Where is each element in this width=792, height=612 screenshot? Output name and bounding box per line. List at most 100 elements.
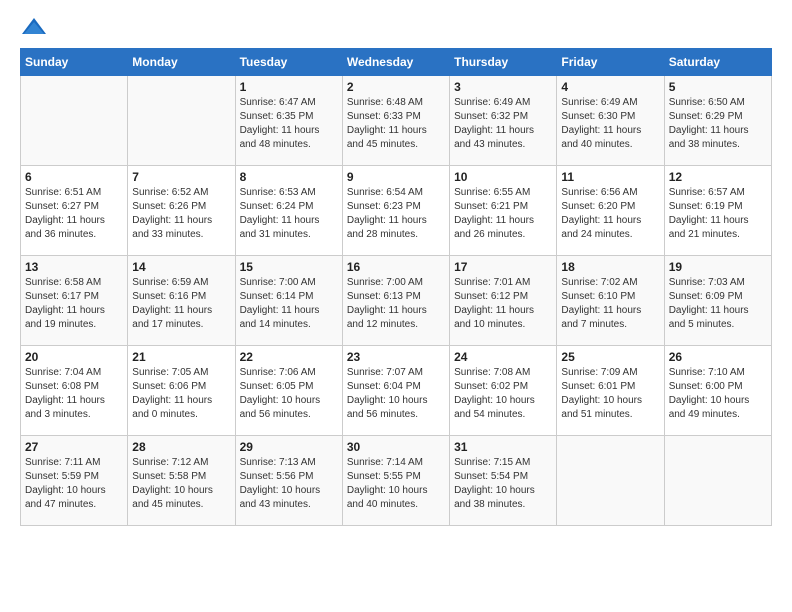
day-number: 16 [347,260,445,274]
page-header [20,16,772,38]
calendar-cell: 20 Sunrise: 7:04 AM Sunset: 6:08 PM Dayli… [21,346,128,436]
day-content: Sunrise: 7:13 AM Sunset: 5:56 PM Dayligh… [240,456,338,512]
day-content: Sunrise: 7:00 AM Sunset: 6:14 PM Dayligh… [240,276,338,332]
day-content: Sunrise: 7:10 AM Sunset: 6:00 PM Dayligh… [669,366,767,422]
calendar-cell: 5 Sunrise: 6:50 AM Sunset: 6:29 PM Daylig… [664,76,771,166]
day-content: Sunrise: 7:05 AM Sunset: 6:06 PM Dayligh… [132,366,230,422]
day-content: Sunrise: 6:54 AM Sunset: 6:23 PM Dayligh… [347,186,445,242]
day-number: 5 [669,80,767,94]
day-number: 18 [561,260,659,274]
day-content: Sunrise: 6:48 AM Sunset: 6:33 PM Dayligh… [347,96,445,152]
day-number: 27 [25,440,123,454]
day-number: 17 [454,260,552,274]
calendar-cell: 26 Sunrise: 7:10 AM Sunset: 6:00 PM Dayli… [664,346,771,436]
day-number: 28 [132,440,230,454]
day-number: 8 [240,170,338,184]
day-content: Sunrise: 7:00 AM Sunset: 6:13 PM Dayligh… [347,276,445,332]
calendar-cell: 9Sunrise: 6:54 AM Sunset: 6:23 PM Daylig… [342,166,449,256]
calendar-cell: 8 Sunrise: 6:53 AM Sunset: 6:24 PM Daylig… [235,166,342,256]
calendar-table: SundayMondayTuesdayWednesdayThursdayFrid… [20,48,772,526]
day-content: Sunrise: 6:59 AM Sunset: 6:16 PM Dayligh… [132,276,230,332]
calendar-cell: 29 Sunrise: 7:13 AM Sunset: 5:56 PM Dayli… [235,436,342,526]
day-number: 7 [132,170,230,184]
day-number: 19 [669,260,767,274]
day-content: Sunrise: 6:53 AM Sunset: 6:24 PM Dayligh… [240,186,338,242]
calendar-cell: 13 Sunrise: 6:58 AM Sunset: 6:17 PM Dayli… [21,256,128,346]
day-content: Sunrise: 7:01 AM Sunset: 6:12 PM Dayligh… [454,276,552,332]
day-content: Sunrise: 6:49 AM Sunset: 6:32 PM Dayligh… [454,96,552,152]
day-number: 23 [347,350,445,364]
calendar-cell [128,76,235,166]
day-content: Sunrise: 6:52 AM Sunset: 6:26 PM Dayligh… [132,186,230,242]
week-row-3: 13 Sunrise: 6:58 AM Sunset: 6:17 PM Dayli… [21,256,772,346]
calendar-cell: 25 Sunrise: 7:09 AM Sunset: 6:01 PM Dayli… [557,346,664,436]
logo-icon [20,16,48,38]
calendar-cell: 30 Sunrise: 7:14 AM Sunset: 5:55 PM Dayli… [342,436,449,526]
day-number: 31 [454,440,552,454]
day-content: Sunrise: 7:04 AM Sunset: 6:08 PM Dayligh… [25,366,123,422]
day-number: 29 [240,440,338,454]
day-header-saturday: Saturday [664,49,771,76]
day-number: 4 [561,80,659,94]
day-number: 21 [132,350,230,364]
calendar-cell: 21 Sunrise: 7:05 AM Sunset: 6:06 PM Dayli… [128,346,235,436]
day-number: 22 [240,350,338,364]
day-content: Sunrise: 6:51 AM Sunset: 6:27 PM Dayligh… [25,186,123,242]
day-number: 30 [347,440,445,454]
day-content: Sunrise: 7:03 AM Sunset: 6:09 PM Dayligh… [669,276,767,332]
calendar-cell [21,76,128,166]
day-content: Sunrise: 6:58 AM Sunset: 6:17 PM Dayligh… [25,276,123,332]
day-content: Sunrise: 7:14 AM Sunset: 5:55 PM Dayligh… [347,456,445,512]
calendar-cell: 23 Sunrise: 7:07 AM Sunset: 6:04 PM Dayli… [342,346,449,436]
day-content: Sunrise: 7:12 AM Sunset: 5:58 PM Dayligh… [132,456,230,512]
day-header-monday: Monday [128,49,235,76]
day-number: 11 [561,170,659,184]
day-number: 25 [561,350,659,364]
calendar-header: SundayMondayTuesdayWednesdayThursdayFrid… [21,49,772,76]
day-header-sunday: Sunday [21,49,128,76]
calendar-body: 1Sunrise: 6:47 AM Sunset: 6:35 PM Daylig… [21,76,772,526]
day-content: Sunrise: 7:02 AM Sunset: 6:10 PM Dayligh… [561,276,659,332]
day-number: 15 [240,260,338,274]
calendar-cell: 17 Sunrise: 7:01 AM Sunset: 6:12 PM Dayli… [450,256,557,346]
calendar-cell: 2 Sunrise: 6:48 AM Sunset: 6:33 PM Daylig… [342,76,449,166]
week-row-5: 27 Sunrise: 7:11 AM Sunset: 5:59 PM Dayli… [21,436,772,526]
calendar-cell: 6 Sunrise: 6:51 AM Sunset: 6:27 PM Daylig… [21,166,128,256]
day-number: 24 [454,350,552,364]
day-number: 13 [25,260,123,274]
calendar-cell [664,436,771,526]
week-row-4: 20 Sunrise: 7:04 AM Sunset: 6:08 PM Dayli… [21,346,772,436]
calendar-cell: 3 Sunrise: 6:49 AM Sunset: 6:32 PM Daylig… [450,76,557,166]
calendar-cell: 19 Sunrise: 7:03 AM Sunset: 6:09 PM Dayli… [664,256,771,346]
calendar-cell: 12Sunrise: 6:57 AM Sunset: 6:19 PM Dayli… [664,166,771,256]
day-number: 26 [669,350,767,364]
day-content: Sunrise: 7:09 AM Sunset: 6:01 PM Dayligh… [561,366,659,422]
day-header-friday: Friday [557,49,664,76]
day-content: Sunrise: 6:55 AM Sunset: 6:21 PM Dayligh… [454,186,552,242]
week-row-1: 1Sunrise: 6:47 AM Sunset: 6:35 PM Daylig… [21,76,772,166]
day-content: Sunrise: 6:56 AM Sunset: 6:20 PM Dayligh… [561,186,659,242]
day-content: Sunrise: 7:07 AM Sunset: 6:04 PM Dayligh… [347,366,445,422]
day-content: Sunrise: 7:11 AM Sunset: 5:59 PM Dayligh… [25,456,123,512]
calendar-cell: 7 Sunrise: 6:52 AM Sunset: 6:26 PM Daylig… [128,166,235,256]
calendar-cell: 11 Sunrise: 6:56 AM Sunset: 6:20 PM Dayli… [557,166,664,256]
calendar-cell: 14 Sunrise: 6:59 AM Sunset: 6:16 PM Dayli… [128,256,235,346]
calendar-cell: 31Sunrise: 7:15 AM Sunset: 5:54 PM Dayli… [450,436,557,526]
day-number: 12 [669,170,767,184]
calendar-cell: 4Sunrise: 6:49 AM Sunset: 6:30 PM Daylig… [557,76,664,166]
day-number: 20 [25,350,123,364]
day-number: 3 [454,80,552,94]
day-number: 2 [347,80,445,94]
calendar-cell: 22Sunrise: 7:06 AM Sunset: 6:05 PM Dayli… [235,346,342,436]
header-row: SundayMondayTuesdayWednesdayThursdayFrid… [21,49,772,76]
day-content: Sunrise: 6:50 AM Sunset: 6:29 PM Dayligh… [669,96,767,152]
day-content: Sunrise: 7:08 AM Sunset: 6:02 PM Dayligh… [454,366,552,422]
calendar-cell: 1Sunrise: 6:47 AM Sunset: 6:35 PM Daylig… [235,76,342,166]
calendar-cell: 27 Sunrise: 7:11 AM Sunset: 5:59 PM Dayli… [21,436,128,526]
calendar-cell: 24 Sunrise: 7:08 AM Sunset: 6:02 PM Dayli… [450,346,557,436]
calendar-cell: 18 Sunrise: 7:02 AM Sunset: 6:10 PM Dayli… [557,256,664,346]
calendar-cell: 28 Sunrise: 7:12 AM Sunset: 5:58 PM Dayli… [128,436,235,526]
day-number: 6 [25,170,123,184]
day-number: 14 [132,260,230,274]
week-row-2: 6 Sunrise: 6:51 AM Sunset: 6:27 PM Daylig… [21,166,772,256]
